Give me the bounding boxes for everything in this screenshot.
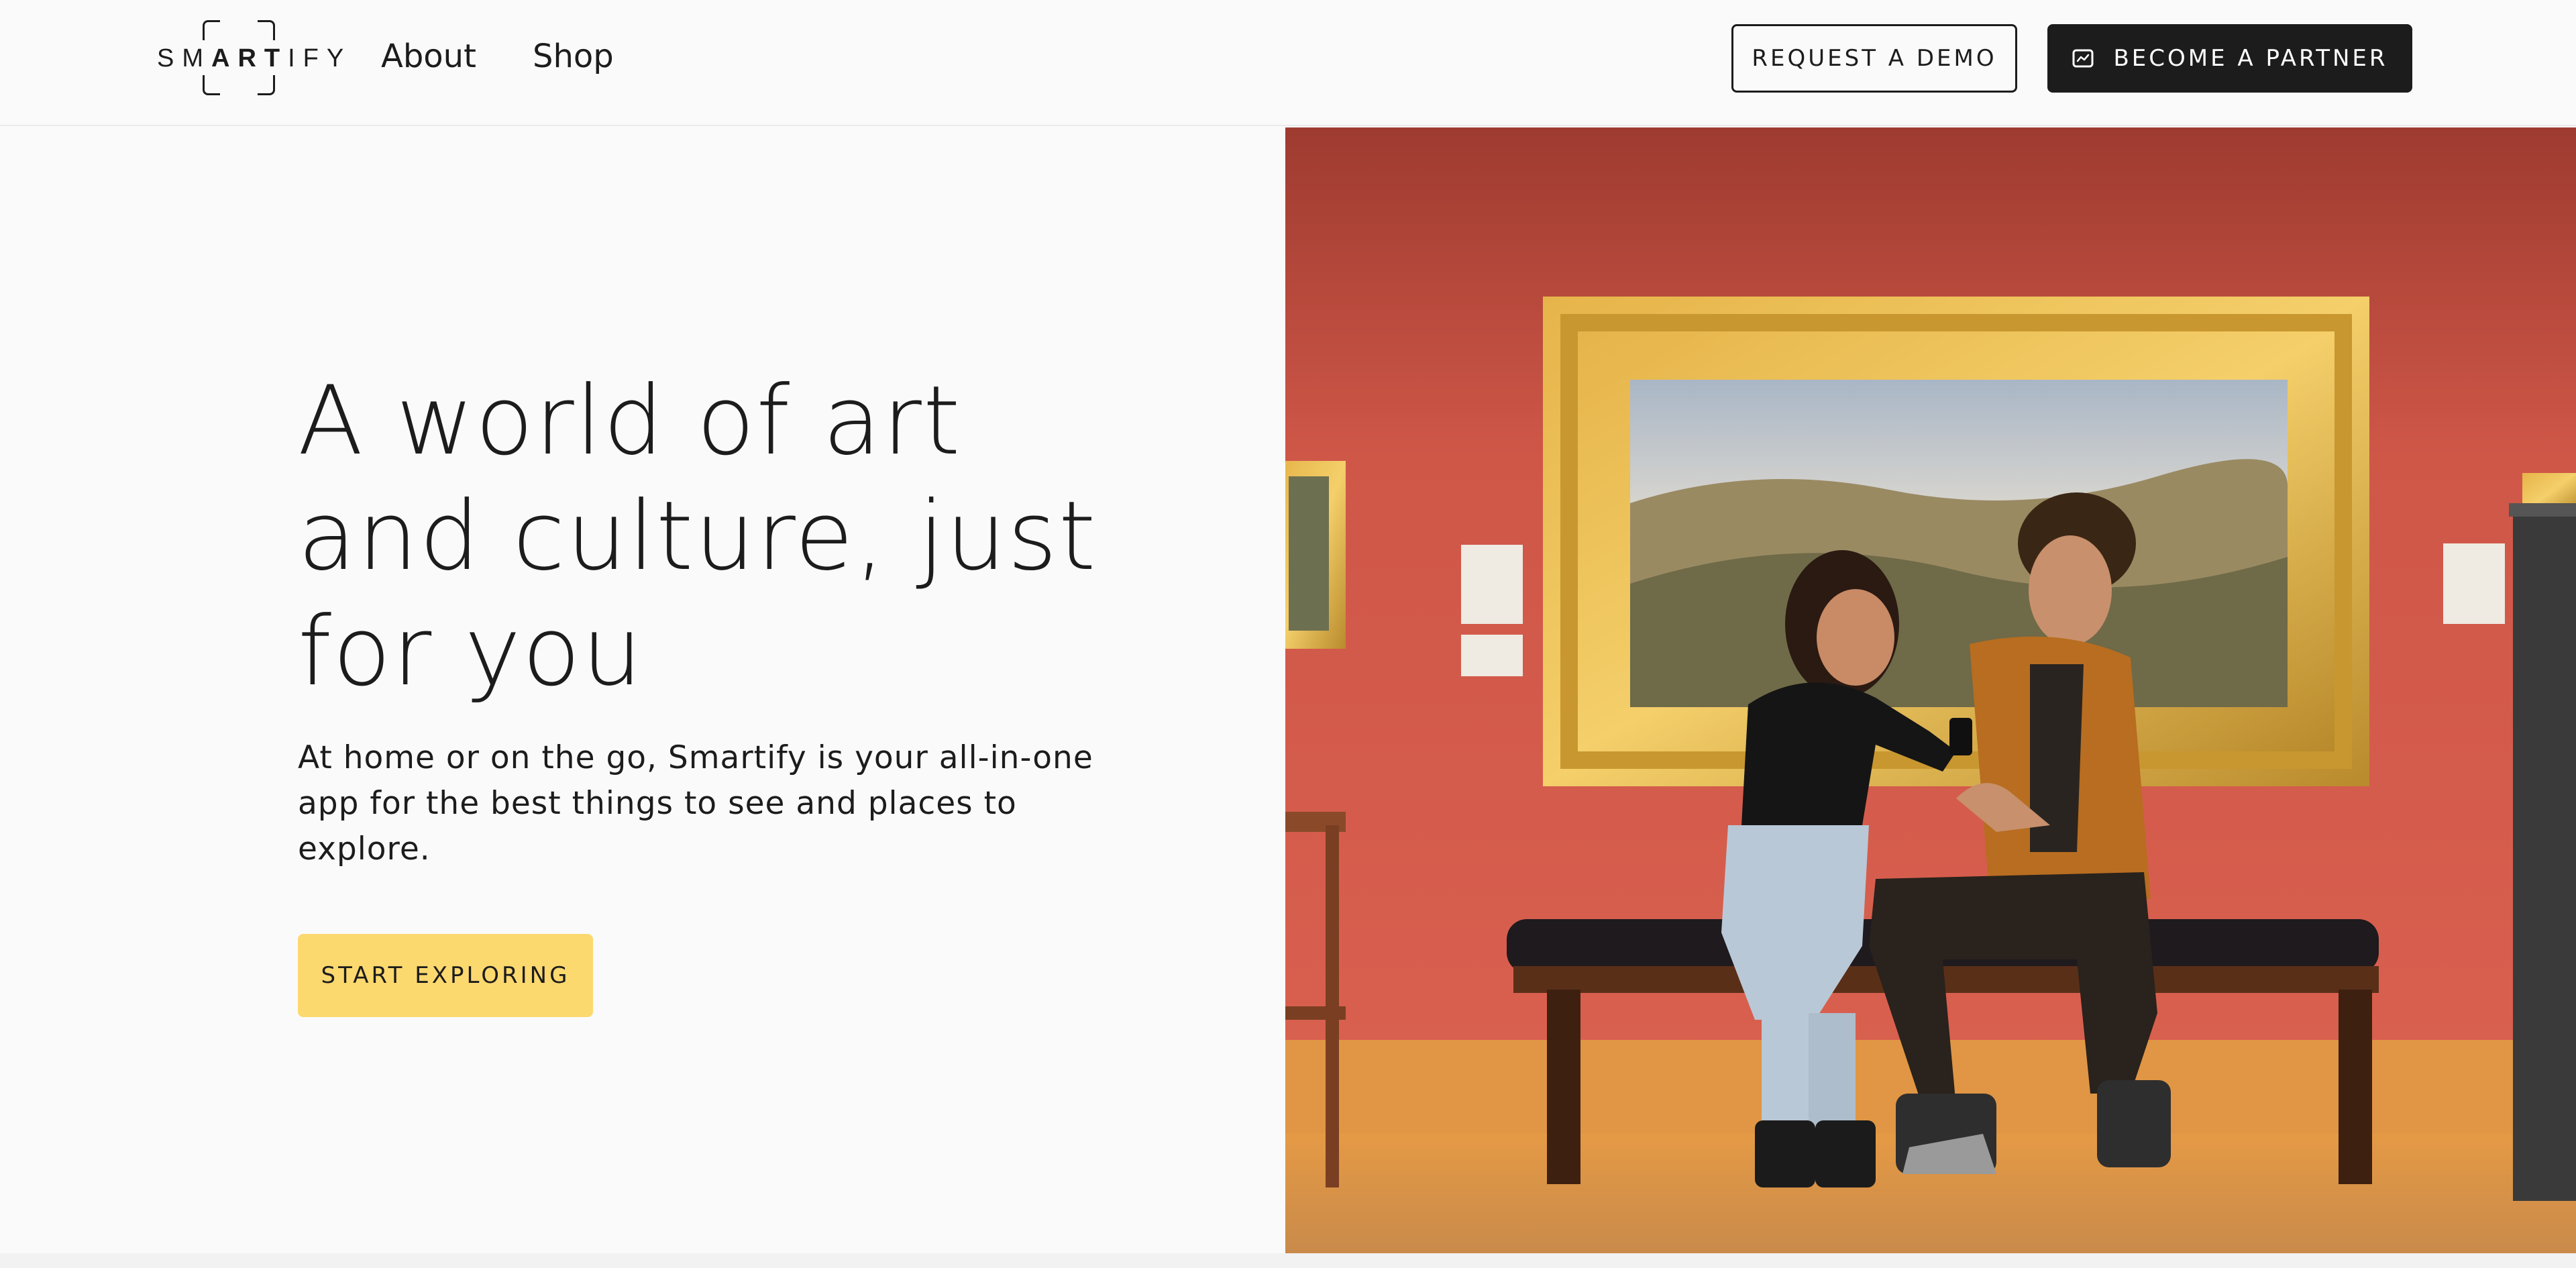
- start-exploring-button[interactable]: START EXPLORING: [298, 934, 593, 1017]
- start-exploring-label: START EXPLORING: [321, 962, 570, 989]
- nav-link-about[interactable]: About: [381, 38, 476, 75]
- logo-bracket-icon: [203, 20, 220, 40]
- page-bottom-edge: [0, 1253, 2576, 1268]
- request-demo-label: REQUEST A DEMO: [1752, 45, 1997, 72]
- hero-subcopy: At home or on the go, Smartify is your a…: [298, 739, 1093, 867]
- smartify-logo[interactable]: SMARTIFY: [157, 20, 352, 97]
- gallery-frame-icon: [2072, 47, 2094, 70]
- become-partner-label: BECOME A PARTNER: [2113, 45, 2388, 72]
- hero-headline: A world of art and culture, just for you: [298, 366, 1097, 707]
- request-demo-button[interactable]: REQUEST A DEMO: [1731, 24, 2017, 93]
- site-header: SMARTIFY About Shop REQUEST A DEMO BECOM…: [0, 0, 2576, 126]
- logo-bracket-icon: [258, 75, 275, 95]
- become-partner-button[interactable]: BECOME A PARTNER: [2047, 24, 2412, 93]
- logo-bracket-icon: [203, 75, 220, 95]
- logo-bracket-icon: [258, 20, 275, 40]
- hero-image: [1285, 127, 2576, 1253]
- logo-wordmark: SMARTIFY: [157, 44, 352, 72]
- nav-link-shop[interactable]: Shop: [533, 38, 614, 75]
